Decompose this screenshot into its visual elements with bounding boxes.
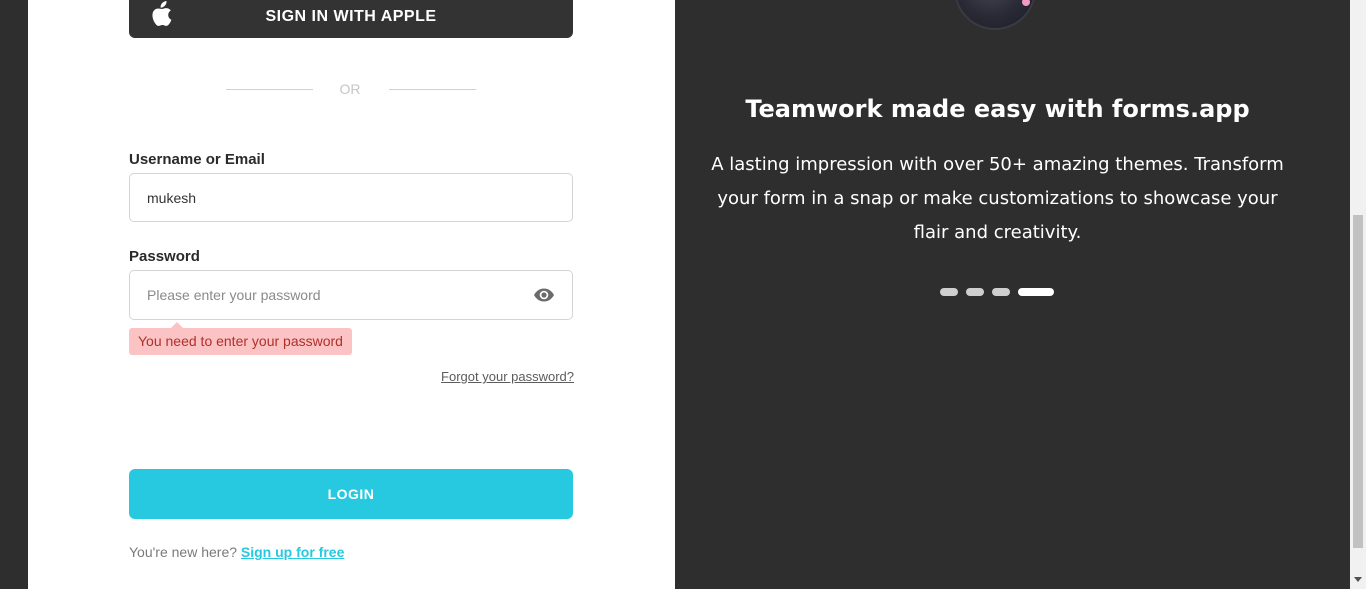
carousel-dot-3[interactable] xyxy=(992,288,1010,296)
password-input[interactable] xyxy=(129,270,573,320)
login-button[interactable]: LOGIN xyxy=(129,469,573,519)
carousel-dot-1[interactable] xyxy=(940,288,958,296)
left-gutter xyxy=(0,0,28,589)
scroll-down-arrow-icon[interactable] xyxy=(1354,577,1362,582)
promo-description: A lasting impression with over 50+ amazi… xyxy=(711,154,1284,243)
scrollbar-thumb[interactable] xyxy=(1353,215,1363,548)
or-text: OR xyxy=(339,81,361,97)
vertical-scrollbar[interactable] xyxy=(1350,0,1366,589)
or-divider: OR xyxy=(226,78,476,100)
signup-prompt: You're new here? xyxy=(129,544,238,560)
forgot-password-link[interactable]: Forgot your password? xyxy=(441,369,574,384)
signup-link[interactable]: Sign up for free xyxy=(241,544,344,560)
promo-panel: Teamwork made easy with forms.app A last… xyxy=(675,0,1350,589)
login-panel: SIGN IN WITH APPLE OR Username or Email … xyxy=(28,0,675,589)
sign-in-with-apple-button[interactable]: SIGN IN WITH APPLE xyxy=(129,0,573,38)
password-error-message: You need to enter your password xyxy=(129,322,352,355)
password-label: Password xyxy=(129,248,200,265)
or-divider-line-right xyxy=(389,89,476,90)
page: SIGN IN WITH APPLE OR Username or Email … xyxy=(0,0,1366,589)
username-input[interactable] xyxy=(129,173,573,222)
promo-illustration-accent xyxy=(1022,0,1030,6)
promo-illustration xyxy=(954,0,1036,30)
signup-row: You're new here? Sign up for free xyxy=(129,544,344,560)
promo-title: Teamwork made easy with forms.app xyxy=(745,95,1250,123)
or-divider-line-left xyxy=(226,89,313,90)
carousel-dot-4-active[interactable] xyxy=(1018,288,1054,296)
carousel-dot-2[interactable] xyxy=(966,288,984,296)
eye-icon[interactable] xyxy=(532,283,556,307)
username-label: Username or Email xyxy=(129,151,265,168)
apple-button-label: SIGN IN WITH APPLE xyxy=(265,8,437,25)
apple-icon xyxy=(147,0,177,28)
carousel-indicators xyxy=(940,288,1054,296)
